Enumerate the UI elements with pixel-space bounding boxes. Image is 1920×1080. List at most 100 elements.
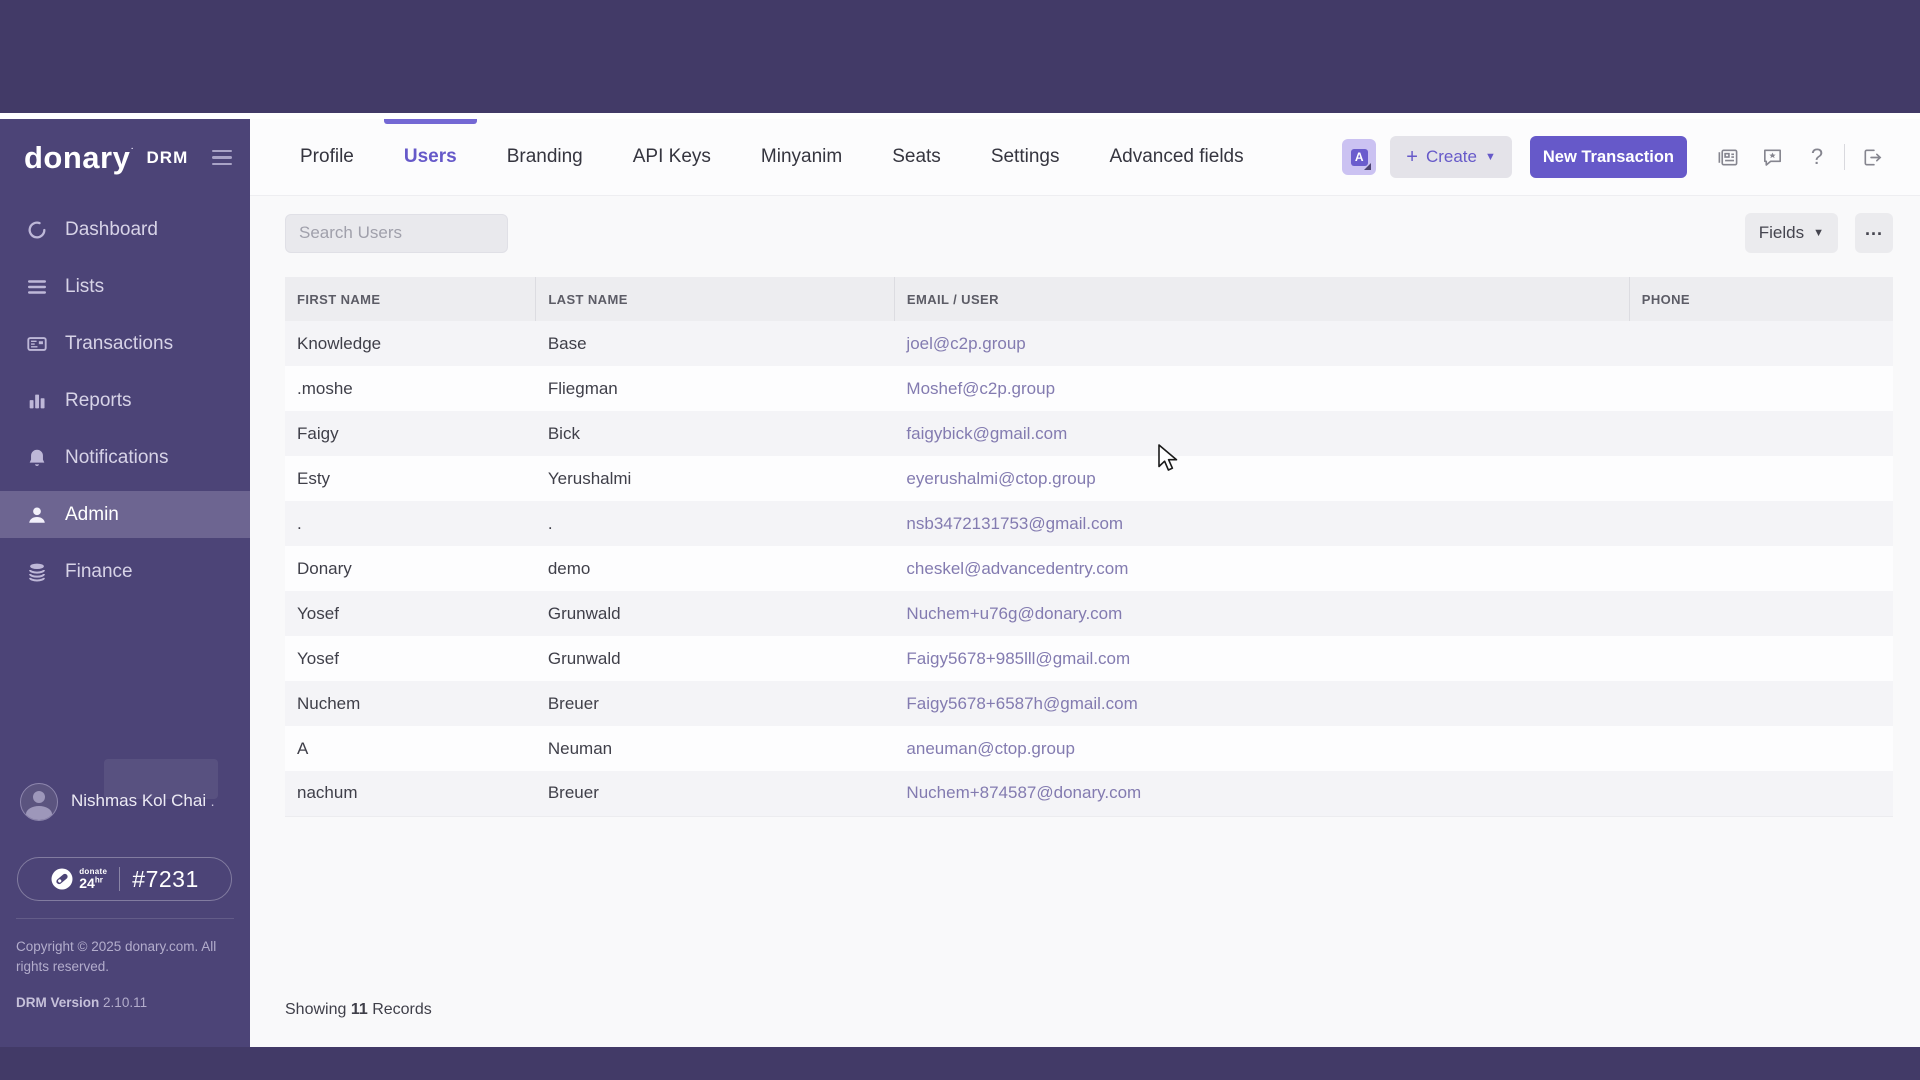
tab-users[interactable]: Users bbox=[383, 119, 477, 195]
app-frame: donary˙ DRM Dashboard Lists Transactions… bbox=[0, 119, 1920, 1047]
cell-first-name: Faigy bbox=[297, 423, 339, 443]
cell-last-name: Breuer bbox=[535, 771, 895, 817]
cell-last-name: Fliegman bbox=[547, 378, 618, 398]
email-link[interactable]: faigybick@gmail.com bbox=[906, 424, 1067, 443]
table-row[interactable]: Esty Yerushalmi eyerushalmi@ctop.group bbox=[285, 456, 1893, 501]
table-row[interactable]: .moshe Fliegman Moshef@c2p.group bbox=[285, 366, 1893, 411]
table-row[interactable]: Donary demo cheskel@advancedentry.com bbox=[285, 546, 1893, 591]
tab-branding[interactable]: Branding bbox=[487, 119, 603, 195]
column-header-first-name: FIRST NAME bbox=[285, 277, 536, 321]
email-link[interactable]: Moshef@c2p.group bbox=[906, 379, 1055, 398]
version-text: DRM Version 2.10.11 bbox=[16, 995, 148, 1010]
cell-email: Nuchem+874587@donary.com bbox=[894, 771, 1630, 817]
table-row[interactable]: Faigy Bick faigybick@gmail.com bbox=[285, 411, 1893, 456]
email-link[interactable]: aneuman@ctop.group bbox=[906, 739, 1074, 758]
lists-icon bbox=[26, 276, 48, 298]
sidebar-item-lists[interactable]: Lists bbox=[0, 263, 250, 310]
user-name: Nishmas Kol Chai bbox=[71, 791, 207, 810]
tab-settings[interactable]: Settings bbox=[971, 119, 1080, 195]
tab-minyanim[interactable]: Minyanim bbox=[741, 119, 862, 195]
feedback-button[interactable] bbox=[1754, 139, 1790, 175]
column-header-last-name: LAST NAME bbox=[535, 277, 895, 321]
tab-seats[interactable]: Seats bbox=[872, 119, 961, 195]
cell-phone bbox=[1629, 636, 1893, 681]
table-row[interactable]: Nuchem Breuer Faigy5678+6587h@gmail.com bbox=[285, 681, 1893, 726]
cell-last-name: Base bbox=[547, 333, 587, 353]
admin-icon bbox=[26, 504, 48, 526]
translate-button[interactable]: A bbox=[1342, 139, 1377, 175]
create-button[interactable]: + Create ▼ bbox=[1390, 136, 1512, 178]
tab-advanced-fields[interactable]: Advanced fields bbox=[1089, 119, 1263, 195]
tab-bar: Profile Users Branding API Keys Minyanim Seat… bbox=[280, 119, 1264, 195]
reports-icon bbox=[26, 390, 48, 412]
news-icon bbox=[1716, 146, 1739, 169]
account-number: #7231 bbox=[132, 865, 199, 892]
sidebar-item-notifications[interactable]: Notifications bbox=[0, 434, 250, 481]
email-link[interactable]: eyerushalmi@ctop.group bbox=[906, 469, 1095, 488]
topbar-icon-row: ? bbox=[1709, 139, 1890, 175]
sidebar-item-admin[interactable]: Admin bbox=[0, 491, 250, 538]
cell-email: Nuchem+u76g@donary.com bbox=[894, 591, 1629, 636]
cell-phone bbox=[1629, 366, 1893, 411]
translate-corner-icon bbox=[1364, 163, 1372, 170]
tab-profile[interactable]: Profile bbox=[280, 119, 374, 195]
cell-first-name: .moshe bbox=[297, 378, 353, 398]
chevron-down-icon: ▼ bbox=[1813, 227, 1824, 239]
sidebar-divider bbox=[16, 918, 234, 919]
cell-last-name: Neuman bbox=[547, 738, 613, 758]
feedback-icon bbox=[1761, 146, 1784, 169]
email-link[interactable]: Nuchem+u76g@donary.com bbox=[906, 604, 1122, 623]
cell-phone bbox=[1629, 411, 1893, 456]
sidebar-item-finance[interactable]: Finance bbox=[0, 548, 250, 595]
new-transaction-button[interactable]: New Transaction bbox=[1529, 136, 1687, 178]
logout-button[interactable] bbox=[1854, 139, 1890, 175]
email-link[interactable]: Nuchem+874587@donary.com bbox=[906, 783, 1141, 802]
table-row[interactable]: Yosef Grunwald Faigy5678+985lll@gmail.co… bbox=[285, 636, 1893, 681]
email-link[interactable]: Faigy5678+6587h@gmail.com bbox=[906, 694, 1137, 713]
content-area: Fields ▼ ... FIRST NAMELAST NAMEEMAIL / … bbox=[250, 196, 1920, 1047]
cell-first-name: Yosef bbox=[297, 648, 339, 668]
cell-phone bbox=[1629, 501, 1893, 546]
sidebar-nav: Dashboard Lists Transactions Reports Not… bbox=[0, 206, 250, 605]
email-link[interactable]: joel@c2p.group bbox=[906, 334, 1025, 353]
news-button[interactable] bbox=[1709, 139, 1745, 175]
sidebar-item-transactions[interactable]: Transactions bbox=[0, 320, 250, 367]
email-link[interactable]: nsb3472131753@gmail.com bbox=[906, 514, 1123, 533]
more-options-button[interactable]: ... bbox=[1855, 213, 1893, 253]
table-row[interactable]: nachum Breuer Nuchem+874587@donary.com bbox=[285, 771, 1893, 817]
user-profile[interactable]: Nishmas Kol Chai . bbox=[20, 783, 238, 821]
fields-button[interactable]: Fields ▼ bbox=[1744, 213, 1838, 253]
email-link[interactable]: Faigy5678+985lll@gmail.com bbox=[906, 649, 1130, 668]
bottom-band bbox=[0, 1047, 1920, 1080]
account-number-badge: donate 24hr #7231 bbox=[17, 857, 232, 901]
cell-last-name: Breuer bbox=[547, 693, 599, 713]
cell-phone bbox=[1629, 591, 1893, 636]
cell-phone bbox=[1629, 771, 1893, 817]
sidebar: donary˙ DRM Dashboard Lists Transactions… bbox=[0, 119, 250, 1047]
email-link[interactable]: cheskel@advancedentry.com bbox=[906, 559, 1128, 578]
cell-email: Faigy5678+985lll@gmail.com bbox=[894, 636, 1629, 681]
cell-first-name: Knowledge bbox=[297, 333, 382, 353]
sidebar-item-reports[interactable]: Reports bbox=[0, 377, 250, 424]
plus-icon: + bbox=[1406, 146, 1418, 168]
records-count: Showing 11 Records bbox=[285, 1001, 432, 1018]
search-input[interactable] bbox=[285, 213, 508, 253]
cell-email: joel@c2p.group bbox=[894, 321, 1629, 366]
cell-phone bbox=[1629, 681, 1893, 726]
top-band bbox=[0, 0, 1920, 113]
table-row[interactable]: Knowledge Base joel@c2p.group bbox=[285, 321, 1893, 366]
sidebar-item-dashboard[interactable]: Dashboard bbox=[0, 206, 250, 253]
user-subtitle: . bbox=[210, 793, 215, 809]
dashboard-icon bbox=[26, 219, 48, 241]
cell-last-name: Yerushalmi bbox=[547, 468, 632, 488]
hamburger-menu-icon[interactable] bbox=[212, 149, 232, 166]
table-row[interactable]: Yosef Grunwald Nuchem+u76g@donary.com bbox=[285, 591, 1893, 636]
brand-logo: donary˙ bbox=[24, 139, 135, 175]
donate24-number: 24hr bbox=[79, 875, 103, 891]
table-toolbar: Fields ▼ ... bbox=[285, 213, 1893, 253]
cell-phone bbox=[1629, 546, 1893, 591]
tab-api-keys[interactable]: API Keys bbox=[613, 119, 731, 195]
help-button[interactable]: ? bbox=[1799, 139, 1835, 175]
table-row[interactable]: . . nsb3472131753@gmail.com bbox=[285, 501, 1893, 546]
table-row[interactable]: A Neuman aneuman@ctop.group bbox=[285, 726, 1893, 771]
